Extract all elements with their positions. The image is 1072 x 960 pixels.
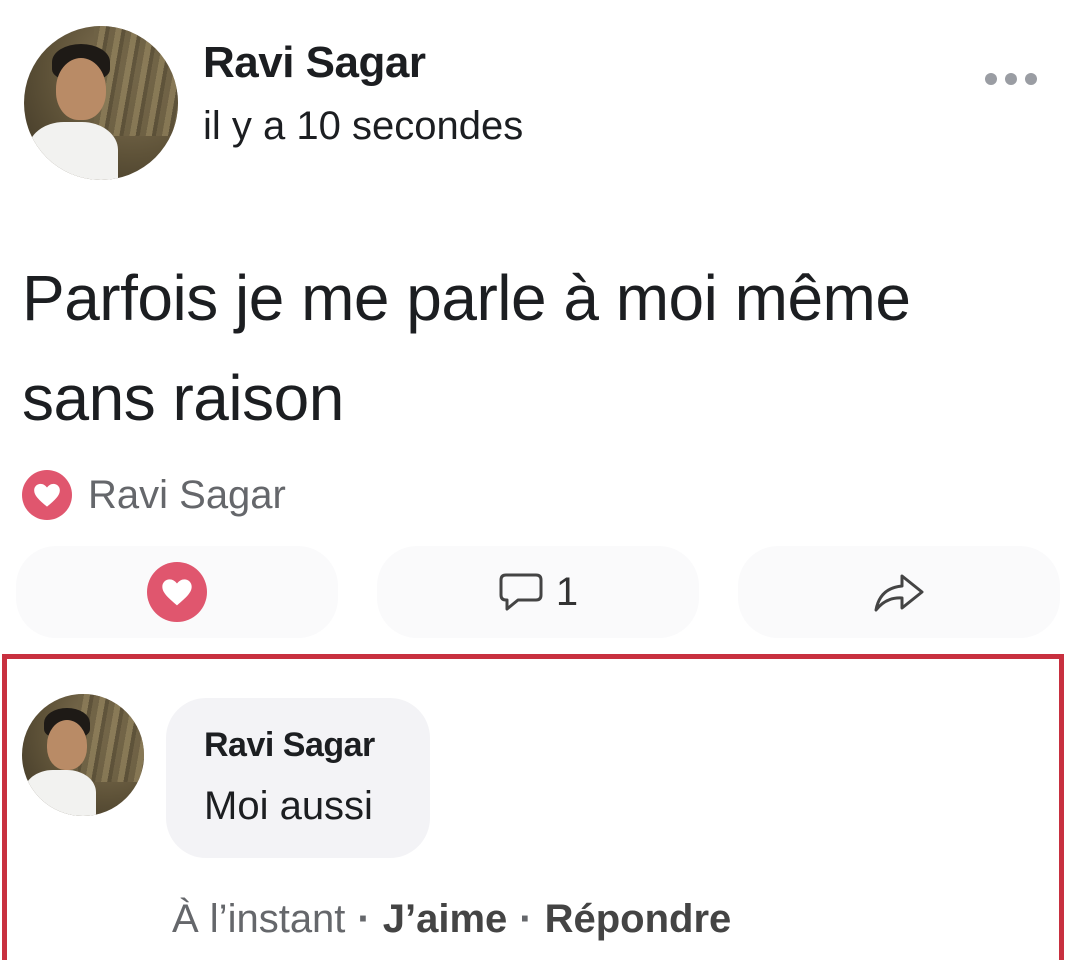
post-card: Ravi Sagar il y a 10 secondes Parfois je…: [0, 0, 1072, 960]
comment-bubble: [166, 698, 430, 858]
post-text: Parfois je me parle à moi même sans rais…: [22, 262, 911, 434]
separator-dot: ·: [519, 896, 533, 941]
post-action-bar: 1: [16, 546, 1060, 638]
comment-reply-link[interactable]: Répondre: [545, 897, 732, 942]
more-options-icon[interactable]: [985, 68, 1047, 90]
react-button[interactable]: [16, 546, 338, 638]
share-arrow-icon: [874, 574, 924, 612]
share-button[interactable]: [738, 546, 1060, 638]
comment-text: Moi aussi: [204, 784, 373, 828]
heart-icon: [22, 470, 72, 520]
comment-count: 1: [555, 569, 579, 614]
comment-bubble-icon: [499, 573, 543, 611]
commenter-avatar[interactable]: [22, 694, 144, 816]
reaction-summary[interactable]: Ravi Sagar: [22, 470, 286, 520]
comment-meta: À l’instant · J’aime · Répondre: [172, 894, 731, 944]
post-timestamp[interactable]: il y a 10 secondes: [203, 104, 523, 149]
comment-author-name[interactable]: Ravi Sagar: [204, 726, 375, 765]
heart-icon: [147, 562, 207, 622]
comment-timestamp[interactable]: À l’instant: [172, 897, 345, 942]
post-author-name[interactable]: Ravi Sagar: [203, 38, 426, 88]
separator-dot: ·: [357, 896, 371, 941]
comment-button[interactable]: 1: [377, 546, 699, 638]
comment-like-link[interactable]: J’aime: [383, 897, 508, 942]
reactor-name: Ravi Sagar: [88, 472, 286, 517]
author-avatar[interactable]: [24, 26, 178, 180]
